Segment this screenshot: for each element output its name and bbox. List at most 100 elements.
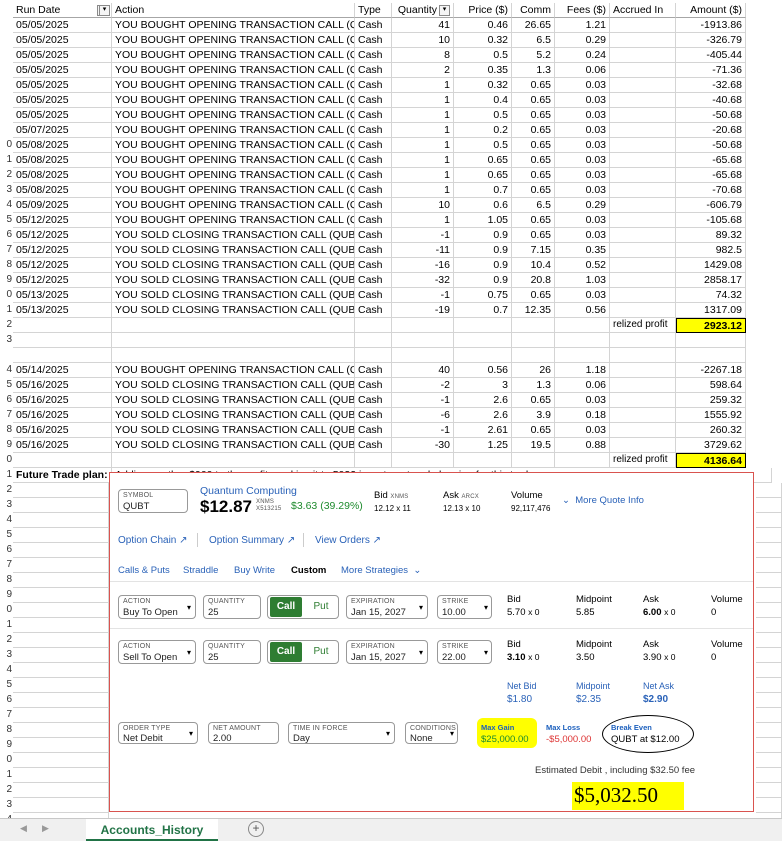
cell[interactable]: 1.3 — [512, 378, 555, 393]
cell[interactable]: 1.05 — [454, 213, 512, 228]
cell[interactable]: YOU BOUGHT OPENING TRANSACTION CALL (QUB… — [112, 213, 355, 228]
cell[interactable]: 2.6 — [454, 408, 512, 423]
put-button[interactable]: Put — [306, 597, 336, 617]
cell[interactable]: 0.65 — [512, 168, 555, 183]
cell[interactable] — [756, 753, 782, 768]
cell[interactable]: 0.5 — [454, 48, 512, 63]
row-number[interactable]: 0 — [0, 453, 12, 468]
cell[interactable]: 1 — [392, 93, 454, 108]
cell[interactable] — [13, 723, 109, 738]
cell[interactable]: 10 — [392, 198, 454, 213]
cell[interactable]: YOU SOLD CLOSING TRANSACTION CALL (QUBT)… — [112, 438, 355, 453]
row-number[interactable] — [0, 123, 12, 138]
cell[interactable]: 05/05/2025 — [13, 78, 112, 93]
cell[interactable]: Cash — [355, 423, 392, 438]
cell[interactable] — [454, 333, 512, 348]
cell[interactable]: YOU BOUGHT OPENING TRANSACTION CALL (QUB… — [112, 123, 355, 138]
cell[interactable] — [610, 18, 676, 33]
cell[interactable]: 259.32 — [676, 393, 746, 408]
cell[interactable]: Cash — [355, 198, 392, 213]
row-number[interactable]: 5 — [0, 528, 12, 543]
cell[interactable] — [512, 453, 555, 468]
cell[interactable]: 0.75 — [454, 288, 512, 303]
row-number[interactable]: 3 — [0, 333, 12, 348]
more-quote-info-link[interactable]: ⌄ More Quote Info — [562, 495, 644, 506]
cell[interactable] — [555, 318, 610, 333]
cell[interactable]: 0.65 — [512, 228, 555, 243]
cell[interactable]: YOU BOUGHT OPENING TRANSACTION CALL (QUB… — [112, 108, 355, 123]
cell[interactable] — [13, 663, 109, 678]
cell[interactable] — [112, 348, 355, 363]
row-number[interactable]: 6 — [0, 543, 12, 558]
cell[interactable] — [13, 783, 109, 798]
cell[interactable] — [555, 333, 610, 348]
cell[interactable]: -71.36 — [676, 63, 746, 78]
cell[interactable]: 1 — [392, 78, 454, 93]
row-number[interactable]: 1 — [0, 153, 12, 168]
cell[interactable]: 1555.92 — [676, 408, 746, 423]
cell[interactable] — [610, 153, 676, 168]
cell[interactable]: 05/08/2025 — [13, 168, 112, 183]
row-number[interactable]: 1 — [0, 768, 12, 783]
cell[interactable]: Cash — [355, 273, 392, 288]
cell[interactable] — [392, 453, 454, 468]
cell[interactable]: YOU SOLD CLOSING TRANSACTION CALL (QUBT)… — [112, 228, 355, 243]
put-button[interactable]: Put — [306, 642, 336, 662]
row-number[interactable]: 2 — [0, 783, 12, 798]
cell[interactable]: 3729.62 — [676, 438, 746, 453]
cell[interactable] — [610, 78, 676, 93]
cell[interactable]: 0.9 — [454, 258, 512, 273]
cell[interactable] — [454, 348, 512, 363]
cell[interactable] — [610, 93, 676, 108]
cell[interactable]: YOU BOUGHT OPENING TRANSACTION CALL (QUB… — [112, 93, 355, 108]
cell[interactable]: YOU BOUGHT OPENING TRANSACTION CALL (QUB… — [112, 363, 355, 378]
sheet-tab-active[interactable]: Accounts_History — [86, 819, 218, 841]
cell[interactable] — [610, 423, 676, 438]
row-number[interactable]: 1 — [0, 618, 12, 633]
cell[interactable]: 05/08/2025 — [13, 138, 112, 153]
cell[interactable]: YOU BOUGHT OPENING TRANSACTION CALL (QUB… — [112, 153, 355, 168]
row-number[interactable]: 8 — [0, 258, 12, 273]
cell[interactable]: 6.5 — [512, 198, 555, 213]
cell[interactable] — [756, 543, 782, 558]
row-number[interactable] — [0, 348, 12, 363]
cell[interactable]: 0.03 — [555, 108, 610, 123]
cell[interactable] — [13, 483, 109, 498]
cell[interactable]: 0.29 — [555, 198, 610, 213]
cell[interactable]: 3.9 — [512, 408, 555, 423]
row-number[interactable] — [0, 108, 12, 123]
cell[interactable]: YOU BOUGHT OPENING TRANSACTION CALL (QUB… — [112, 33, 355, 48]
column-header[interactable]: Comm▾ — [512, 3, 555, 18]
cell[interactable]: 0.7 — [454, 183, 512, 198]
cell[interactable] — [13, 573, 109, 588]
cell[interactable]: 3 — [454, 378, 512, 393]
cell[interactable]: 05/13/2025 — [13, 288, 112, 303]
cell[interactable] — [13, 453, 112, 468]
cell[interactable]: 10.4 — [512, 258, 555, 273]
cell[interactable] — [756, 483, 782, 498]
row-number[interactable]: 2 — [0, 318, 12, 333]
cell[interactable]: Cash — [355, 183, 392, 198]
cell[interactable]: 89.32 — [676, 228, 746, 243]
cell[interactable]: YOU BOUGHT OPENING TRANSACTION CALL (QUB… — [112, 183, 355, 198]
cell[interactable]: 20.8 — [512, 273, 555, 288]
cell[interactable] — [756, 693, 782, 708]
cell[interactable]: 26.65 — [512, 18, 555, 33]
cell[interactable] — [13, 498, 109, 513]
cell[interactable]: 0.88 — [555, 438, 610, 453]
cell[interactable]: 5.2 — [512, 48, 555, 63]
cell[interactable] — [610, 123, 676, 138]
cell[interactable] — [610, 438, 676, 453]
cell[interactable]: Cash — [355, 378, 392, 393]
cell[interactable]: -32 — [392, 273, 454, 288]
row-number[interactable]: 0 — [0, 753, 12, 768]
cell[interactable] — [13, 543, 109, 558]
cell[interactable]: 0.29 — [555, 33, 610, 48]
realized-profit-value[interactable]: 4136.64 — [676, 453, 746, 468]
realized-profit-value[interactable]: 2923.12 — [676, 318, 746, 333]
tab-buy-write[interactable]: Buy Write — [234, 565, 275, 576]
realized-profit-label[interactable]: relized profit — [610, 453, 676, 468]
cell[interactable] — [756, 648, 782, 663]
row-number[interactable]: 6 — [0, 693, 12, 708]
cell[interactable] — [756, 513, 782, 528]
